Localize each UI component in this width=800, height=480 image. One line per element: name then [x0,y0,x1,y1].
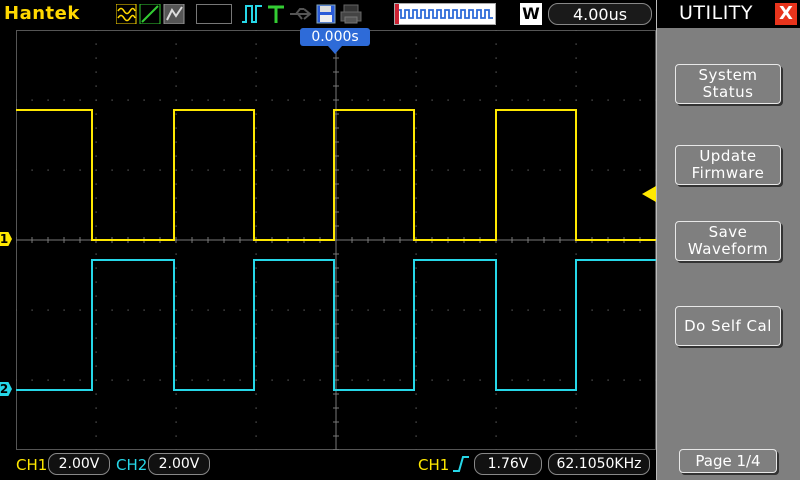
system-status-line1: System [698,66,758,84]
page-button[interactable]: Page 1/4 [679,449,777,473]
run-state-box [196,4,232,24]
pulse-trigger-icon [242,5,262,23]
menu-title: UTILITY [679,2,754,24]
ch1-volts-div[interactable]: 2.00V [48,453,110,475]
save-disk-icon [316,4,336,24]
trigger-position-arrow [328,46,342,54]
ch2-volts-div[interactable]: 2.00V [148,453,210,475]
close-menu-button[interactable]: X [775,3,797,25]
menu-title-bar: UTILITY X [657,0,800,28]
printer-icon [340,4,362,24]
trigger-source-label: CH1 [418,456,450,474]
save-waveform-line1: Save [708,223,748,241]
trigger-level-marker[interactable] [642,186,656,202]
trigger-level-value[interactable]: 1.76V [474,453,542,475]
acquire-mode-icons [116,4,185,24]
system-status-button[interactable]: System Status [675,64,781,104]
update-firmware-line1: Update [699,147,757,165]
ch1-label: CH1 [16,456,48,474]
usb-icon [290,8,312,20]
ch2-marker-label: 2 [0,382,9,396]
self-cal-button[interactable]: Do Self Cal [675,306,781,346]
frequency-readout: 62.1050KHz [548,453,650,475]
ch1-ground-marker[interactable]: 1 [0,232,12,246]
system-status-line2: Status [702,83,754,101]
ch2-ground-marker[interactable]: 2 [0,382,12,396]
update-firmware-line2: Firmware [691,164,765,182]
self-cal-label: Do Self Cal [684,316,772,335]
waveform-display[interactable] [16,30,656,450]
save-waveform-button[interactable]: Save Waveform [675,221,781,261]
memory-position-bar [394,3,496,25]
brand-logo: Hantek [4,3,80,24]
trigger-position-flag[interactable]: 0.000s [300,28,370,46]
ch2-label: CH2 [116,456,148,474]
timebase-mode-badge[interactable]: W [520,3,542,25]
trigger-t-icon [268,5,284,23]
save-waveform-line2: Waveform [687,240,769,258]
update-firmware-button[interactable]: Update Firmware [675,145,781,185]
ch1-marker-label: 1 [0,232,9,246]
rising-edge-icon [453,456,469,472]
utility-menu-panel: UTILITY X System Status Update Firmware Sa… [656,0,800,480]
timebase-value[interactable]: 4.00us [548,3,652,25]
top-bar: Hantek W 4.00us [0,0,656,28]
